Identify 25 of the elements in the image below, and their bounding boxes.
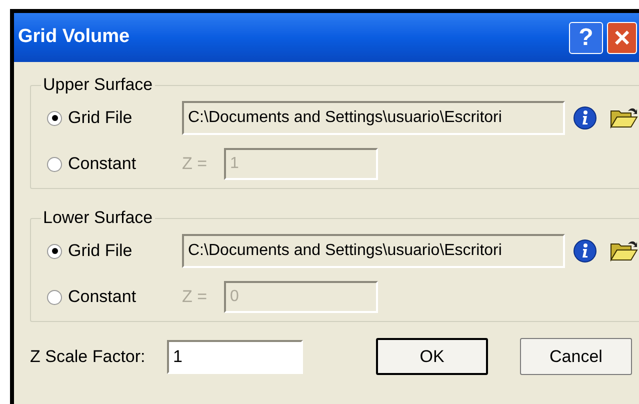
radio-button[interactable] (47, 110, 62, 126)
scale-factor-field[interactable]: 1 (167, 340, 303, 374)
dialog-button[interactable]: OK (376, 338, 488, 375)
folder-icon[interactable] (609, 239, 639, 263)
radio-button[interactable] (47, 156, 62, 172)
radio-button[interactable] (47, 244, 62, 258)
group-label: Lower Surface (42, 209, 154, 227)
radio-label[interactable]: Constant (68, 151, 136, 177)
window-title: Grid Volume (18, 25, 130, 50)
folder-icon[interactable] (609, 106, 639, 130)
help-button[interactable]: ? (569, 22, 603, 54)
group-label: Upper Surface (42, 76, 154, 94)
dialog-button[interactable]: Cancel (520, 338, 632, 375)
scale-factor-label: Z Scale Factor: (30, 346, 146, 368)
file-path-field[interactable]: C:\Documents and Settings\usuario\Escritori (182, 234, 565, 268)
radio-label[interactable]: Grid File (68, 238, 132, 264)
file-path-field[interactable]: C:\Documents and Settings\usuario\Escritori (182, 101, 565, 135)
radio-label[interactable]: Constant (68, 284, 136, 310)
info-icon[interactable] (573, 239, 597, 263)
z-label: Z = (182, 286, 208, 308)
z-label: Z = (182, 153, 208, 176)
radio-label[interactable]: Grid File (68, 105, 132, 131)
info-icon[interactable] (573, 106, 597, 130)
close-button[interactable]: × (607, 22, 637, 54)
radio-button[interactable] (47, 290, 62, 304)
